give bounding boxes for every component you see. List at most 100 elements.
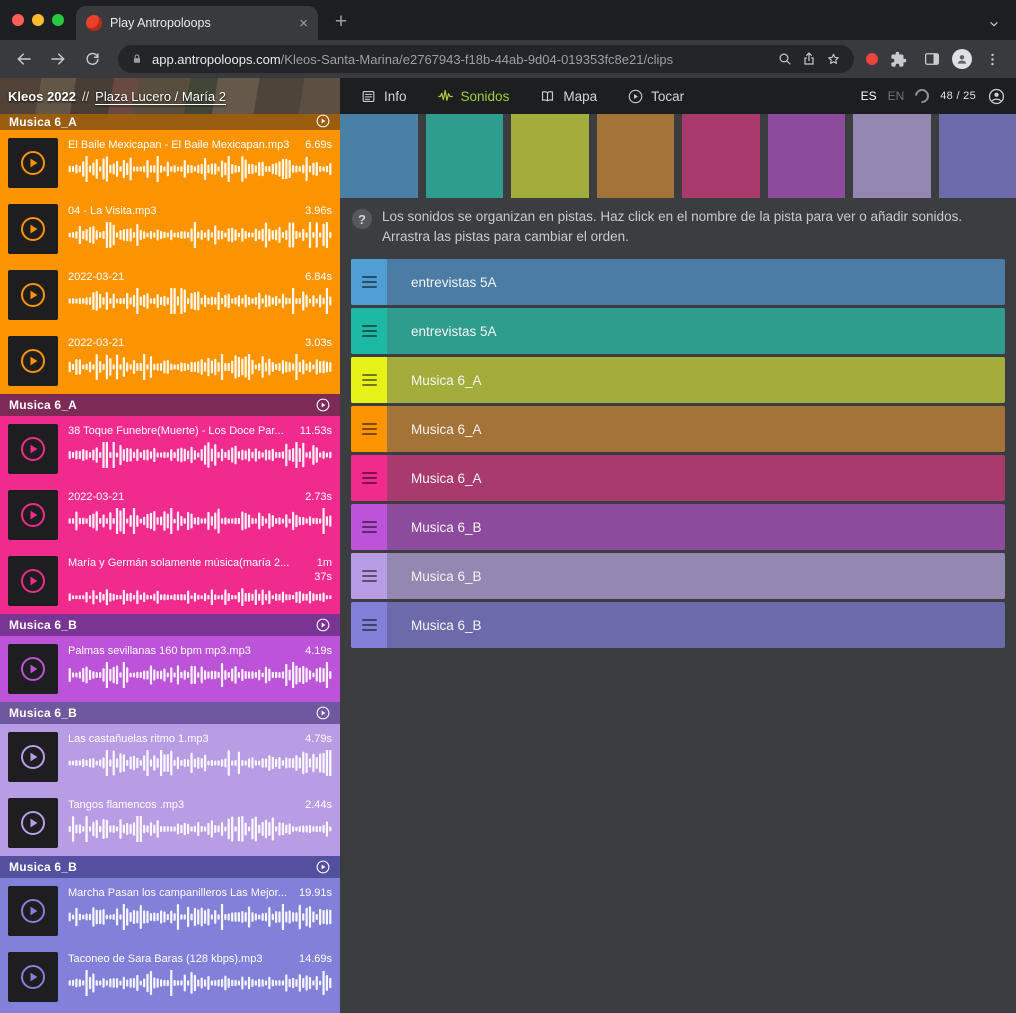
- browser-profile-avatar[interactable]: [952, 49, 972, 69]
- track-drag-handle[interactable]: [351, 259, 387, 305]
- clip-play-button[interactable]: [8, 336, 58, 386]
- tab-info[interactable]: Info: [360, 88, 407, 105]
- track-color-swatch[interactable]: [768, 114, 846, 198]
- zoom-window-button[interactable]: [52, 14, 64, 26]
- clip-waveform[interactable]: [68, 288, 332, 314]
- close-window-button[interactable]: [12, 14, 24, 26]
- track-row[interactable]: Musica 6_A: [351, 455, 1005, 501]
- breadcrumb[interactable]: Kleos 2022 // Plaza Lucero / María 2: [0, 78, 340, 114]
- track-name[interactable]: Musica 6_B: [387, 553, 482, 599]
- track-name[interactable]: Musica 6_A: [387, 357, 482, 403]
- section-play-icon[interactable]: [315, 397, 331, 413]
- clip-waveform[interactable]: [68, 222, 332, 248]
- recording-extension-icon[interactable]: [866, 53, 878, 65]
- section-header[interactable]: Musica 6_B: [0, 856, 340, 878]
- track-color-swatch[interactable]: [939, 114, 1016, 198]
- track-color-swatch[interactable]: [426, 114, 504, 198]
- section-header[interactable]: Musica 6_B: [0, 702, 340, 724]
- clip-play-button[interactable]: [8, 424, 58, 474]
- section-play-icon[interactable]: [315, 859, 331, 875]
- clip-waveform[interactable]: [68, 354, 332, 380]
- new-tab-button[interactable]: +: [328, 9, 354, 35]
- track-drag-handle[interactable]: [351, 357, 387, 403]
- track-row[interactable]: Musica 6_A: [351, 357, 1005, 403]
- track-row[interactable]: Musica 6_B: [351, 553, 1005, 599]
- bookmark-star-icon[interactable]: [825, 51, 842, 68]
- clip-play-button[interactable]: [8, 204, 58, 254]
- clip-play-button[interactable]: [8, 490, 58, 540]
- breadcrumb-page[interactable]: Plaza Lucero / María 2: [95, 89, 226, 104]
- url-text[interactable]: app.antropoloops.com/Kleos-Santa-Marina/…: [152, 52, 769, 67]
- track-drag-handle[interactable]: [351, 602, 387, 648]
- track-name[interactable]: Musica 6_B: [387, 504, 482, 550]
- clip-play-button[interactable]: [8, 644, 58, 694]
- track-color-swatch[interactable]: [682, 114, 760, 198]
- lang-en-button[interactable]: EN: [888, 89, 905, 103]
- track-row[interactable]: Musica 6_B: [351, 602, 1005, 648]
- clip-waveform[interactable]: [68, 508, 332, 534]
- extensions-puzzle-icon[interactable]: [884, 45, 912, 73]
- track-name[interactable]: entrevistas 5A: [387, 259, 497, 305]
- clip-waveform[interactable]: [68, 156, 332, 182]
- clip-play-button[interactable]: [8, 138, 58, 188]
- track-color-swatch[interactable]: [853, 114, 931, 198]
- account-person-icon[interactable]: [987, 87, 1006, 106]
- clip-play-button[interactable]: [8, 556, 58, 606]
- clip-waveform[interactable]: [68, 662, 332, 688]
- track-row[interactable]: Musica 6_B: [351, 504, 1005, 550]
- track-row[interactable]: entrevistas 5A: [351, 259, 1005, 305]
- track-color-swatch[interactable]: [511, 114, 589, 198]
- track-drag-handle[interactable]: [351, 504, 387, 550]
- section-header[interactable]: Musica 6_A: [0, 394, 340, 416]
- clip-waveform[interactable]: [68, 970, 332, 996]
- breadcrumb-project[interactable]: Kleos 2022: [8, 89, 76, 104]
- tab-close-icon[interactable]: ×: [299, 16, 308, 31]
- tab-sonidos[interactable]: Sonidos: [437, 88, 510, 105]
- clip-waveform[interactable]: [68, 442, 332, 468]
- reload-button[interactable]: [78, 45, 106, 73]
- share-icon[interactable]: [801, 51, 817, 67]
- section-play-icon[interactable]: [315, 114, 331, 129]
- track-drag-handle[interactable]: [351, 308, 387, 354]
- minimize-window-button[interactable]: [32, 14, 44, 26]
- clip: 04 - La Visita.mp33.96s: [0, 196, 340, 262]
- clip-waveform[interactable]: [68, 588, 332, 607]
- tab-mapa[interactable]: Mapa: [539, 88, 597, 105]
- section-play-icon[interactable]: [315, 617, 331, 633]
- address-bar[interactable]: app.antropoloops.com/Kleos-Santa-Marina/…: [118, 45, 854, 73]
- lang-es-button[interactable]: ES: [861, 89, 877, 103]
- track-section: Musica 6_B Palmas sevillanas 160 bpm mp3…: [0, 614, 340, 702]
- zoom-icon[interactable]: [777, 51, 793, 67]
- back-button[interactable]: [10, 45, 38, 73]
- track-name[interactable]: Musica 6_A: [387, 455, 482, 501]
- secure-lock-icon[interactable]: [130, 52, 144, 66]
- clip-waveform[interactable]: [68, 750, 332, 776]
- track-drag-handle[interactable]: [351, 406, 387, 452]
- track-name[interactable]: entrevistas 5A: [387, 308, 497, 354]
- clip-waveform[interactable]: [68, 816, 332, 842]
- section-play-icon[interactable]: [315, 705, 331, 721]
- clip-play-button[interactable]: [8, 886, 58, 936]
- side-panel-icon[interactable]: [918, 45, 946, 73]
- track-drag-handle[interactable]: [351, 455, 387, 501]
- section-header[interactable]: Musica 6_B: [0, 614, 340, 636]
- forward-button[interactable]: [44, 45, 72, 73]
- track-color-swatch[interactable]: [597, 114, 675, 198]
- track-color-swatch[interactable]: [340, 114, 418, 198]
- clip-play-button[interactable]: [8, 952, 58, 1002]
- clip-waveform[interactable]: [68, 904, 332, 930]
- tab-search-chevron-icon[interactable]: [986, 16, 1002, 32]
- track-name[interactable]: Musica 6_A: [387, 406, 482, 452]
- clip-play-button[interactable]: [8, 732, 58, 782]
- track-row[interactable]: Musica 6_A: [351, 406, 1005, 452]
- clip-play-button[interactable]: [8, 270, 58, 320]
- clip-info: 04 - La Visita.mp33.96s: [68, 204, 332, 254]
- browser-tab[interactable]: Play Antropoloops ×: [76, 6, 318, 40]
- browser-menu-icon[interactable]: [978, 45, 1006, 73]
- section-header[interactable]: Musica 6_A: [0, 114, 340, 130]
- track-row[interactable]: entrevistas 5A: [351, 308, 1005, 354]
- tab-tocar[interactable]: Tocar: [627, 88, 684, 105]
- track-name[interactable]: Musica 6_B: [387, 602, 482, 648]
- track-drag-handle[interactable]: [351, 553, 387, 599]
- clip-play-button[interactable]: [8, 798, 58, 848]
